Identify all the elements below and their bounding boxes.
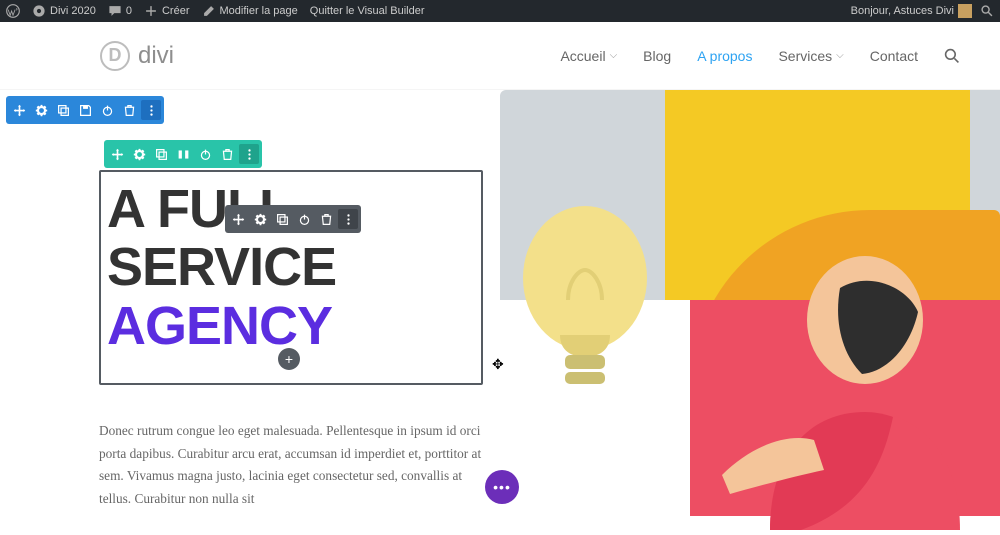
site-logo[interactable]: D divi [100,41,174,71]
row-more-button[interactable] [239,144,259,164]
power-icon [298,213,311,226]
section-power-button[interactable] [97,100,117,120]
lightbulb-icon [510,190,660,410]
duplicate-icon [276,213,289,226]
module-delete-button[interactable] [316,209,336,229]
row-toolbar [104,140,262,168]
chevron-down-icon: ⌵ [610,50,618,61]
nav-contact[interactable]: Contact [870,48,918,64]
row-delete-button[interactable] [217,144,237,164]
power-icon [199,148,212,161]
move-icon [13,104,26,117]
add-module-button[interactable]: + [278,348,300,370]
headline-line3: AGENCY [107,296,332,356]
module-more-button[interactable] [338,209,358,229]
nav-services[interactable]: Services ⌵ [778,48,843,64]
module-duplicate-button[interactable] [272,209,292,229]
create-label: Créer [162,5,190,17]
comment-icon [108,4,122,18]
search-icon [980,4,994,18]
trash-icon [221,148,234,161]
site-name-text: Divi 2020 [50,5,96,17]
site-name-link[interactable]: Divi 2020 [32,4,96,18]
move-cursor-icon: ✥ [492,356,504,373]
gear-icon [35,104,48,117]
nav-search[interactable] [944,48,960,64]
section-toolbar [6,96,164,124]
trash-icon [320,213,333,226]
headline-line2: SERVICE [107,237,336,297]
edit-page-link[interactable]: Modifier la page [202,4,298,18]
more-vertical-icon [243,148,256,161]
search-icon [944,48,960,64]
quit-builder-label: Quitter le Visual Builder [310,5,425,17]
duplicate-icon [155,148,168,161]
gear-icon [133,148,146,161]
row-duplicate-button[interactable] [151,144,171,164]
nav-services-label: Services [778,48,832,64]
create-link[interactable]: Créer [144,4,190,18]
module-power-button[interactable] [294,209,314,229]
section-delete-button[interactable] [119,100,139,120]
person-illustration [710,230,960,530]
section-duplicate-button[interactable] [53,100,73,120]
duplicate-icon [57,104,70,117]
row-columns-button[interactable] [173,144,193,164]
logo-mark: D [100,41,130,71]
trash-icon [123,104,136,117]
admin-search[interactable] [980,4,994,18]
comment-count: 0 [126,5,132,17]
move-icon [232,213,245,226]
quit-builder-link[interactable]: Quitter le Visual Builder [310,5,425,17]
wordpress-icon [6,4,20,18]
plus-icon [144,4,158,18]
builder-canvas[interactable]: A FULL SERVICE AGENCY + ✥ Donec rutrum c… [0,90,1000,516]
nav-home-label: Accueil [560,48,605,64]
builder-fab[interactable]: ••• [485,470,519,504]
section-settings-button[interactable] [31,100,51,120]
module-settings-button[interactable] [250,209,270,229]
columns-icon [177,148,190,161]
gear-icon [254,213,267,226]
more-vertical-icon [145,104,158,117]
power-icon [101,104,114,117]
module-move-handle[interactable] [228,209,248,229]
account-link[interactable]: Bonjour, Astuces Divi [851,4,972,18]
comments-link[interactable]: 0 [108,4,132,18]
module-toolbar [225,205,361,233]
main-nav: Accueil ⌵ Blog A propos Services ⌵ Conta… [560,48,960,64]
edit-page-label: Modifier la page [220,5,298,17]
more-vertical-icon [342,213,355,226]
wp-admin-bar: Divi 2020 0 Créer Modifier la page Quitt… [0,0,1000,22]
save-icon [79,104,92,117]
site-header: D divi Accueil ⌵ Blog A propos Services … [0,22,1000,90]
wp-logo[interactable] [6,4,20,18]
nav-about[interactable]: A propos [697,48,752,64]
home-icon [32,4,46,18]
row-move-handle[interactable] [107,144,127,164]
row-power-button[interactable] [195,144,215,164]
row-settings-button[interactable] [129,144,149,164]
logo-text: divi [138,42,174,70]
body-paragraph[interactable]: Donec rutrum congue leo eget malesuada. … [99,420,484,510]
greeting-text: Bonjour, Astuces Divi [851,5,954,17]
move-icon [111,148,124,161]
chevron-down-icon: ⌵ [836,50,844,61]
section-save-button[interactable] [75,100,95,120]
nav-blog[interactable]: Blog [643,48,671,64]
section-move-handle[interactable] [9,100,29,120]
section-more-button[interactable] [141,100,161,120]
pencil-icon [202,4,216,18]
nav-home[interactable]: Accueil ⌵ [560,48,617,64]
avatar [958,4,972,18]
